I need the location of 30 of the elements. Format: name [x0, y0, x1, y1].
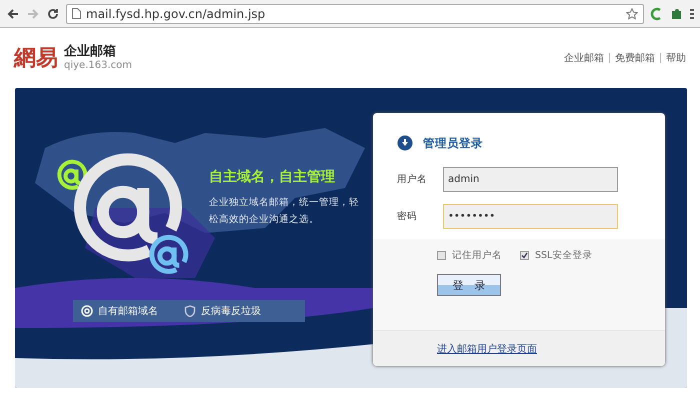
feature-label: 自有邮箱域名	[98, 304, 158, 318]
banner-headline: 自主域名，自主管理	[209, 168, 336, 186]
back-icon[interactable]	[6, 6, 20, 20]
checkbox[interactable]	[520, 251, 529, 260]
banner-description: 企业独立域名邮箱，统一管理，轻松高效的企业沟通之选。	[209, 196, 359, 228]
header-link[interactable]: 帮助	[666, 51, 686, 65]
input-field[interactable]: ••••••••	[443, 204, 618, 229]
shield-icon	[184, 305, 196, 317]
checkbox[interactable]	[437, 251, 446, 260]
field-label: 密码	[397, 210, 418, 223]
product-name: 企业邮箱	[64, 45, 117, 60]
domain-text: qiye.163.com	[64, 60, 132, 71]
header-link[interactable]: 企业邮箱	[564, 51, 604, 65]
at-icon	[81, 305, 93, 317]
header-link[interactable]: 免费邮箱	[615, 51, 655, 65]
logo-mark: 網易	[14, 44, 58, 73]
field-label: 用户名	[397, 173, 423, 186]
page-icon	[72, 8, 81, 19]
star-icon[interactable]	[626, 8, 638, 20]
login-title: 管理员登录	[423, 136, 483, 150]
checkbox-label: SSL安全登录	[535, 249, 592, 262]
reload-icon[interactable]	[46, 6, 60, 20]
menu-icon[interactable]	[690, 6, 694, 20]
login-button[interactable]: 登 录	[437, 274, 501, 296]
input-field[interactable]: admin	[443, 167, 618, 192]
checkbox-label: 记住用户名	[452, 249, 502, 262]
feature-label: 反病毒反垃圾	[201, 304, 261, 318]
user-login-link[interactable]: 进入邮箱用户登录页面	[437, 342, 537, 356]
url-text: mail.fysd.hp.gov.cn/admin.jsp	[86, 6, 266, 20]
address-bar[interactable]: mail.fysd.hp.gov.cn/admin.jsp	[66, 4, 644, 24]
